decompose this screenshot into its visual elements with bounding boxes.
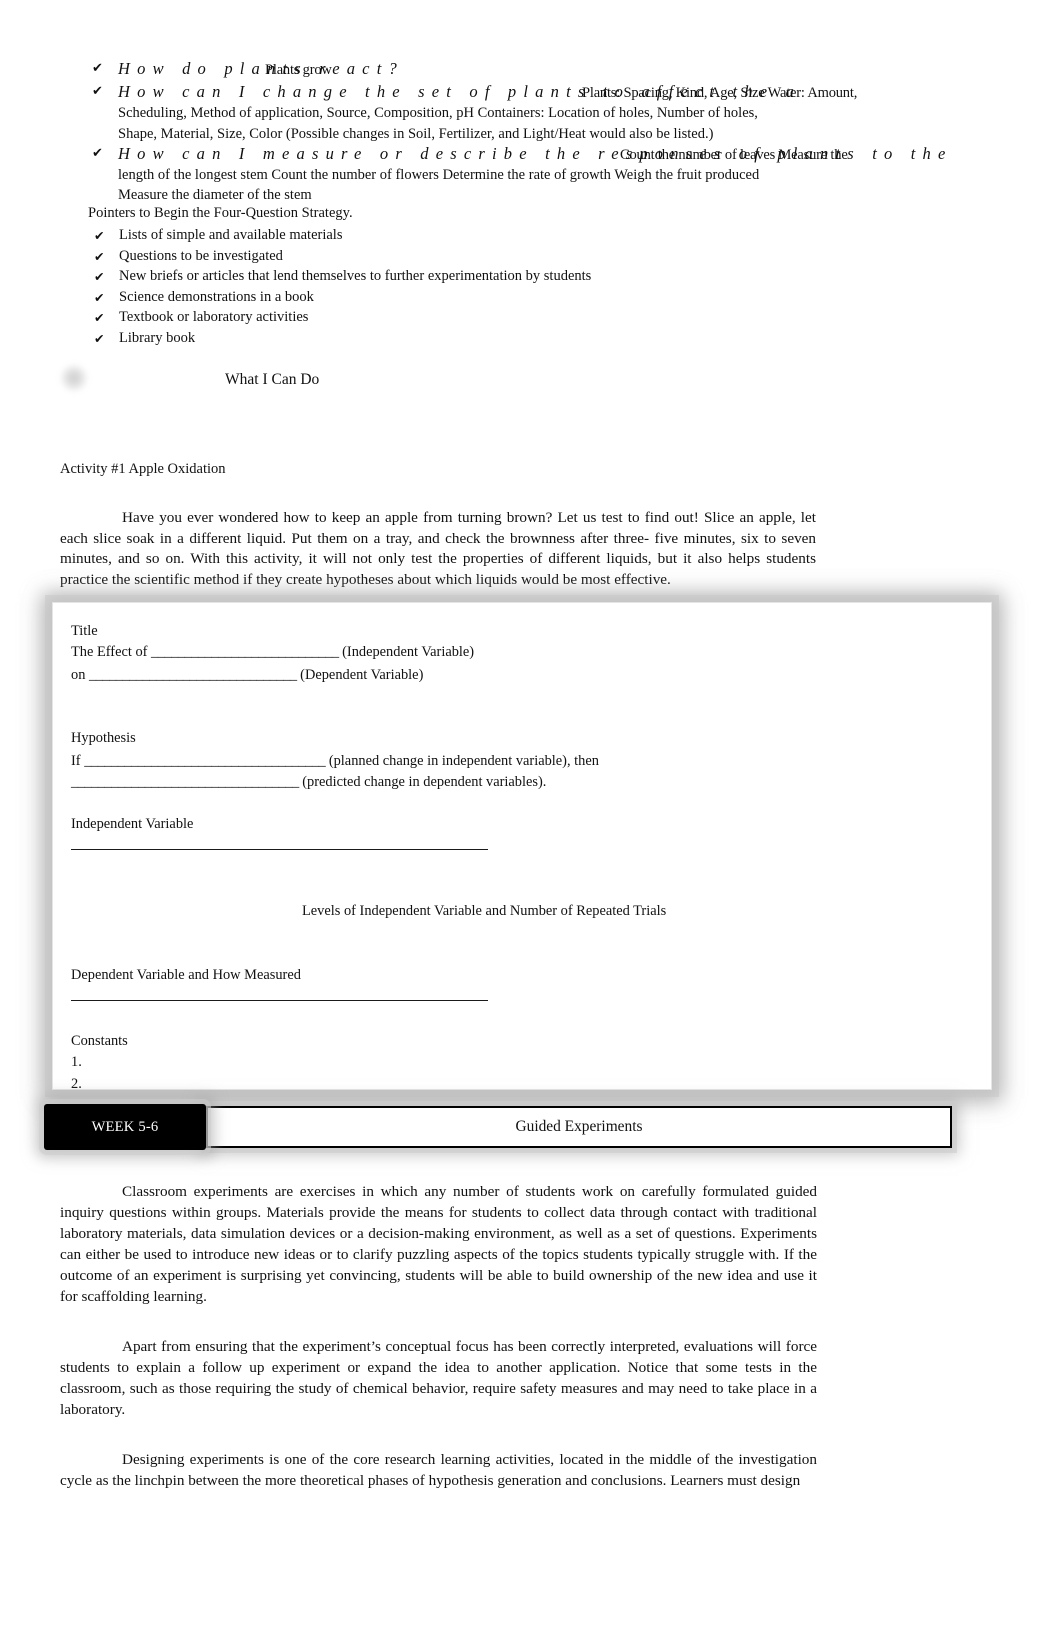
list-item: ✔ Questions to be investigated	[0, 247, 1062, 268]
form-on-blank[interactable]: _______________________________	[89, 667, 297, 683]
check-icon: ✔	[94, 310, 105, 326]
check-icon: ✔	[94, 330, 105, 346]
faint-decorative-blob	[60, 364, 88, 392]
form-title-label: Title	[71, 623, 98, 639]
form-title-suffix: (Independent Variable)	[338, 644, 475, 660]
form-hypothesis-then-line: __________________________________ (pred…	[71, 773, 546, 791]
list-item: ✔ Library book	[0, 329, 1062, 350]
list-item-label: New briefs or articles that lend themsel…	[119, 268, 592, 285]
check-icon: ✔	[92, 61, 103, 76]
check-icon: ✔	[94, 269, 105, 285]
question-overlay-text-3: Count the number of leaves Measure the	[620, 147, 848, 163]
form-hypothesis-if-blank[interactable]: ____________________________________	[84, 753, 326, 769]
question-overlay-text-2: Plants: Spacing, Kind, Age, Size Water: …	[582, 85, 858, 101]
form-on-suffix: (Dependent Variable)	[296, 667, 424, 683]
week-banner-tab: WEEK 5-6	[44, 1104, 206, 1150]
list-item: ✔ Science demonstrations in a book	[0, 288, 1062, 309]
form-hypothesis-then-suffix: (predicted change in dependent variables…	[298, 774, 547, 790]
question-continuation-2-line-2: Shape, Material, Size, Color (Possible c…	[118, 126, 714, 142]
question-row-1: ✔ How do plants react? Plants grow	[0, 58, 1062, 82]
form-constant-item-1: 1.	[71, 1054, 82, 1070]
week-banner-title: Guided Experiments	[515, 1118, 643, 1135]
list-item-label: Library book	[119, 329, 196, 346]
form-hypothesis-if-line: If ____________________________________ …	[71, 752, 599, 770]
list-item: ✔ Lists of simple and available material…	[0, 226, 1062, 247]
form-on-line: on _______________________________ (Depe…	[71, 666, 423, 684]
check-icon: ✔	[92, 146, 103, 161]
list-item: ✔ New briefs or articles that lend thems…	[0, 267, 1062, 288]
question-overlay-text-1: Plants grow	[265, 62, 332, 78]
form-hypothesis-then-blank[interactable]: __________________________________	[71, 774, 299, 790]
week-banner: Guided Experiments WEEK 5-6	[44, 1104, 952, 1152]
form-dependent-variable-label: Dependent Variable and How Measured	[71, 967, 301, 983]
pointers-heading: Pointers to Begin the Four-Question Stra…	[88, 205, 353, 221]
closing-paragraph-1: Classroom experiments are exercises in w…	[60, 1183, 817, 1305]
form-dependent-variable-rule[interactable]	[71, 1000, 488, 1001]
form-constants-label: Constants	[71, 1033, 128, 1049]
week-banner-tab-label: WEEK 5-6	[91, 1118, 159, 1135]
closing-paragraph-3: Designing experiments is one of the core…	[60, 1451, 817, 1489]
form-levels-label: Levels of Independent Variable and Numbe…	[302, 903, 667, 919]
activity-title: Activity #1 Apple Oxidation	[60, 461, 226, 477]
check-icon: ✔	[94, 289, 105, 305]
question-continuation-3-line-2: Measure the diameter of the stem	[118, 187, 312, 203]
form-independent-variable-rule[interactable]	[71, 849, 488, 850]
list-item-label: Textbook or laboratory activities	[119, 309, 309, 326]
pointers-list: ✔ Lists of simple and available material…	[0, 226, 1062, 350]
form-hypothesis-if-suffix: (planned change in independent variable)…	[325, 753, 599, 769]
check-icon: ✔	[94, 228, 105, 243]
experiment-design-form: Title The Effect of ____________________…	[52, 602, 992, 1092]
form-on-prefix: on	[71, 667, 89, 683]
question-continuation-3-line-1: length of the longest stem Count the num…	[118, 167, 760, 183]
four-question-strategy-block: ✔ How do plants react? Plants grow ✔ How…	[0, 0, 1062, 205]
section-heading-what-i-can-do: What I Can Do	[225, 371, 320, 388]
form-constant-item-2: 2.	[71, 1076, 82, 1092]
question-italic-text-1: How do plants react?	[118, 59, 404, 78]
list-item: ✔ Textbook or laboratory activities	[0, 308, 1062, 329]
check-icon: ✔	[94, 248, 105, 264]
list-item-label: Lists of simple and available materials	[119, 227, 343, 243]
closing-paragraph-2: Apart from ensuring that the experiment’…	[60, 1338, 817, 1418]
form-title-line: The Effect of __________________________…	[71, 643, 474, 661]
form-hypothesis-label: Hypothesis	[71, 730, 136, 746]
form-title-blank[interactable]: ____________________________	[151, 644, 339, 660]
activity-paragraph: Have you ever wondered how to keep an ap…	[60, 509, 816, 588]
form-independent-variable-label: Independent Variable	[71, 816, 194, 832]
check-icon: ✔	[92, 84, 103, 99]
form-hypothesis-if-prefix: If	[71, 753, 85, 769]
form-title-prefix: The Effect of	[71, 644, 152, 660]
list-item-label: Questions to be investigated	[119, 247, 283, 264]
question-continuation-2-line-1: Scheduling, Method of application, Sourc…	[118, 105, 758, 121]
list-item-label: Science demonstrations in a book	[119, 288, 314, 305]
